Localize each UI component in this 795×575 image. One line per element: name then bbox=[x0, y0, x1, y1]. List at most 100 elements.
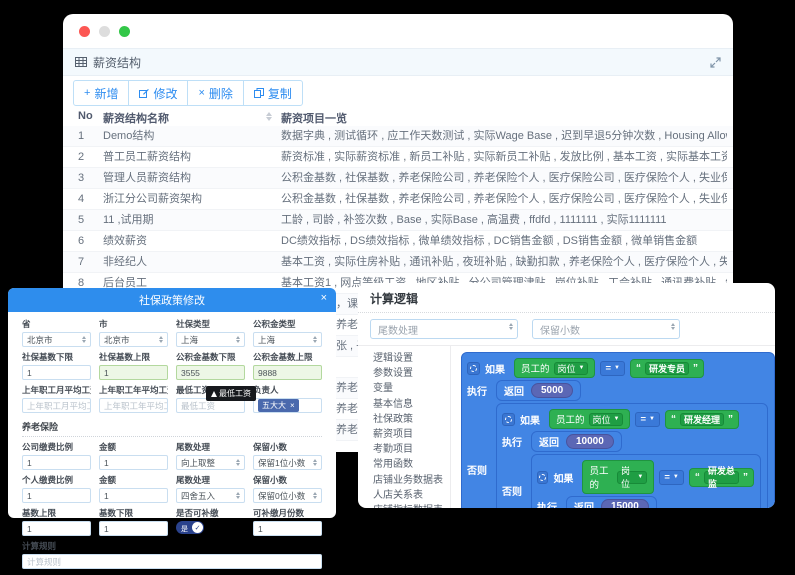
zoom-traffic-light-icon[interactable] bbox=[119, 26, 130, 37]
field-input[interactable]: 1 bbox=[22, 455, 91, 470]
minimize-traffic-light-icon[interactable] bbox=[99, 26, 110, 37]
logic-menu-item[interactable]: 参数设置 bbox=[373, 366, 450, 381]
field-select[interactable]: 保留0位小数 bbox=[253, 488, 322, 503]
logic-menu-item[interactable]: 人店关系表 bbox=[373, 488, 450, 503]
field-select[interactable]: 上海 bbox=[253, 332, 322, 347]
modal-field: 金额1 bbox=[99, 470, 168, 503]
dropdown-caret-icon: ▼ bbox=[649, 416, 655, 422]
owner-field[interactable]: 五大大× bbox=[253, 398, 322, 413]
field-label: 社保类型 bbox=[176, 318, 245, 330]
field-input[interactable]: 1 bbox=[99, 488, 168, 503]
table-row[interactable]: 3管理人员薪资结构公积金基数 , 社保基数 , 养老保险公司 , 养老保险个人 … bbox=[63, 168, 733, 189]
field-select[interactable]: 北京市 bbox=[99, 332, 168, 347]
add-button[interactable]: + 新增 bbox=[73, 80, 129, 106]
gear-icon[interactable] bbox=[502, 413, 515, 426]
return-block[interactable]: 返回5000 bbox=[496, 380, 581, 401]
delete-button[interactable]: × 删除 bbox=[187, 80, 243, 106]
field-select[interactable]: 北京市 bbox=[22, 332, 91, 347]
edit-icon bbox=[139, 88, 149, 98]
logic-menu-item[interactable]: 社保政策 bbox=[373, 412, 450, 427]
return-value[interactable]: 10000 bbox=[566, 434, 614, 449]
field-select[interactable]: 保留1位小数 bbox=[253, 455, 322, 470]
field-input[interactable]: 1 bbox=[22, 488, 91, 503]
table-row[interactable]: 4浙江分公司薪资架构公积金基数 , 社保基数 , 养老保险公司 , 养老保险个人… bbox=[63, 189, 733, 210]
field-input[interactable]: 上年职工月平均工资 bbox=[22, 398, 91, 413]
return-block[interactable]: 返回10000 bbox=[531, 431, 622, 452]
field-select[interactable]: 上海 bbox=[176, 332, 245, 347]
field-label: 公积金类型 bbox=[253, 318, 322, 330]
string-value-block[interactable]: “研发经理” bbox=[665, 410, 739, 429]
toolbar: + 新增 修改 × 删除 复制 bbox=[63, 76, 733, 110]
tag-remove-icon[interactable]: × bbox=[290, 401, 295, 410]
logic-menu-item[interactable]: 常用函数 bbox=[373, 457, 450, 472]
string-value-block[interactable]: “研发专员” bbox=[630, 359, 704, 378]
field-input[interactable]: 9888 bbox=[253, 365, 322, 380]
field-dropdown[interactable]: 岗位▼ bbox=[554, 362, 589, 375]
if-block[interactable]: 如果员工的岗位▼=▼“研发总监”执行返回15000 bbox=[531, 454, 761, 508]
table-row[interactable]: 511 ,试用期工龄 , 司龄 , 补签次数 , Base , 实际Base ,… bbox=[63, 210, 733, 231]
social-policy-modal: 社保政策修改 × 省北京市市北京市社保类型上海公积金类型上海社保基数下限1社保基… bbox=[8, 288, 336, 518]
table-row[interactable]: 6绩效薪资DC绩效指标 , DS绩效指标 , 微单绩效指标 , DC销售金额 ,… bbox=[63, 231, 733, 252]
table-row[interactable]: 7非经纪人基本工资 , 实际住房补贴 , 通讯补贴 , 夜班补贴 , 缺勤扣款 … bbox=[63, 252, 733, 273]
logic-menu-item[interactable]: 薪资项目 bbox=[373, 427, 450, 442]
logic-menu-item[interactable]: 逻辑设置 bbox=[373, 351, 450, 366]
field-input[interactable]: 1 bbox=[22, 365, 91, 380]
edit-button[interactable]: 修改 bbox=[128, 80, 188, 106]
panel-header: 薪资结构 bbox=[63, 48, 733, 76]
field-select[interactable]: 向上取整 bbox=[176, 455, 245, 470]
table-row[interactable]: 1Demo结构数据字典 , 测试循环 , 应工作天数测试 , 实际Wage Ba… bbox=[63, 126, 733, 147]
field-label: 社保基数下限 bbox=[22, 351, 91, 363]
field-input[interactable]: 1 bbox=[22, 521, 91, 536]
table-row[interactable]: 2普工员工薪资结构薪资标准 , 实际薪资标准 , 新员工补贴 , 实际新员工补贴… bbox=[63, 147, 733, 168]
field-dropdown[interactable]: 岗位▼ bbox=[589, 413, 624, 426]
logic-menu-item[interactable]: 基本信息 bbox=[373, 397, 450, 412]
modal-field: 尾数处理四舍五入 bbox=[176, 470, 245, 503]
return-value[interactable]: 5000 bbox=[531, 383, 573, 398]
if-block[interactable]: 如果员工的岗位▼=▼“研发专员”执行返回5000否则如果员工的岗位▼=▼“研发经… bbox=[461, 352, 775, 508]
decimals-select[interactable]: 保留小数 bbox=[532, 319, 680, 339]
logic-menu-item[interactable]: 店铺指标数据表 bbox=[373, 503, 450, 508]
string-value: 研发专员 bbox=[645, 362, 689, 375]
rounding-select[interactable]: 尾数处理 bbox=[370, 319, 518, 339]
sort-icon[interactable] bbox=[266, 112, 272, 121]
if-block[interactable]: 如果员工的岗位▼=▼“研发经理”执行返回10000否则如果员工的岗位▼=▼“研发… bbox=[496, 403, 768, 508]
logic-menu-item[interactable]: 变量 bbox=[373, 381, 450, 396]
field-input[interactable]: 1 bbox=[99, 365, 168, 380]
operator-dropdown[interactable]: =▼ bbox=[635, 412, 660, 427]
calc-rule-input[interactable]: 计算规则 bbox=[22, 554, 322, 569]
employee-field-block[interactable]: 员工的岗位▼ bbox=[514, 358, 595, 378]
employee-field-block[interactable]: 员工的岗位▼ bbox=[549, 409, 630, 429]
field-dropdown[interactable]: 岗位▼ bbox=[617, 471, 647, 484]
field-input[interactable]: 1 bbox=[99, 521, 168, 536]
expand-icon[interactable] bbox=[710, 57, 721, 68]
close-traffic-light-icon[interactable] bbox=[79, 26, 90, 37]
logic-menu-item[interactable]: 店铺业务数据表 bbox=[373, 473, 450, 488]
copy-button[interactable]: 复制 bbox=[243, 80, 303, 106]
column-header-name[interactable]: 薪资结构名称 bbox=[103, 110, 169, 126]
gear-icon[interactable] bbox=[467, 362, 480, 375]
return-block[interactable]: 返回15000 bbox=[566, 496, 657, 508]
employee-field-block[interactable]: 员工的岗位▼ bbox=[582, 460, 654, 494]
field-select[interactable]: 四舍五入 bbox=[176, 488, 245, 503]
string-value-block[interactable]: “研发总监” bbox=[689, 468, 754, 487]
field-input[interactable]: 1 bbox=[99, 455, 168, 470]
field-input[interactable]: 3555 bbox=[176, 365, 245, 380]
structure-name: 管理人员薪资结构 bbox=[103, 168, 191, 189]
min-wage-tooltip: 最低工资 bbox=[206, 386, 256, 401]
modal-close-icon[interactable]: × bbox=[321, 292, 327, 304]
field-label: 个人缴费比例 bbox=[22, 474, 91, 486]
field-label: 尾数处理 bbox=[176, 474, 245, 486]
operator-dropdown[interactable]: =▼ bbox=[600, 361, 625, 376]
row-number: 5 bbox=[78, 210, 84, 231]
field-input[interactable]: 1 bbox=[253, 521, 322, 536]
structure-name: 11 ,试用期 bbox=[103, 210, 154, 231]
gear-icon[interactable] bbox=[537, 471, 548, 484]
logic-menu-item[interactable]: 考勤项目 bbox=[373, 442, 450, 457]
structure-items: 薪资标准 , 实际薪资标准 , 新员工补贴 , 实际新员工补贴 , 发放比例 ,… bbox=[281, 147, 727, 168]
operator-dropdown[interactable]: =▼ bbox=[659, 470, 684, 485]
dropdown-caret-icon: ▼ bbox=[579, 365, 585, 371]
field-input[interactable]: 上年职工年平均工资 bbox=[99, 398, 168, 413]
input-placeholder: 上年职工月平均工资 bbox=[27, 400, 91, 412]
modal-field-row: 省北京市市北京市社保类型上海公积金类型上海 bbox=[22, 314, 322, 347]
return-value[interactable]: 15000 bbox=[601, 499, 649, 508]
